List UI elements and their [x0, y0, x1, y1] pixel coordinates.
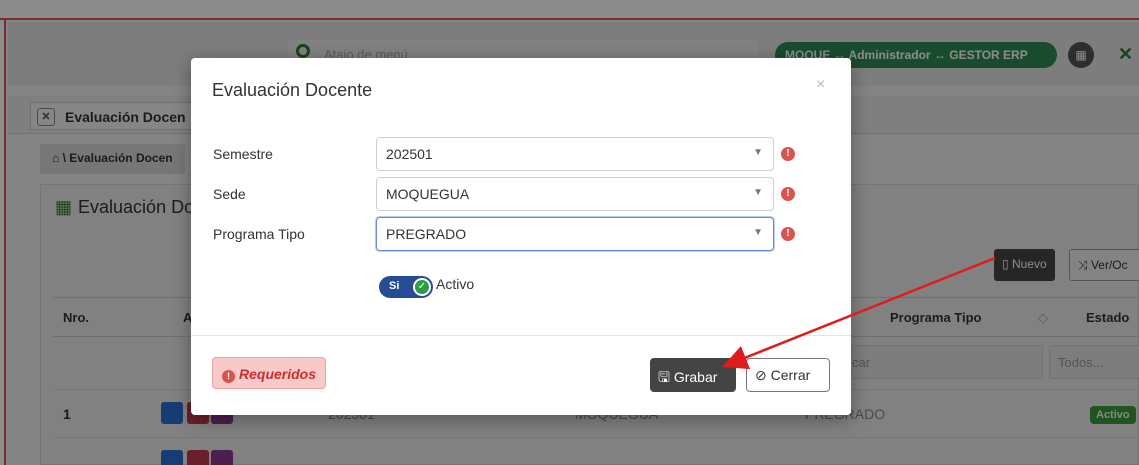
check-icon: ✓	[415, 280, 429, 294]
activo-label: Activo	[436, 276, 475, 292]
save-button-label: Grabar	[673, 369, 718, 385]
save-icon: 🖫	[658, 369, 670, 385]
evaluacion-docente-modal: Evaluación Docente × Semestre 202501 ▼ !…	[191, 58, 851, 415]
modal-title: Evaluación Docente	[212, 80, 373, 100]
chevron-down-icon: ▼	[753, 227, 763, 238]
semestre-value: 202501	[386, 146, 433, 162]
programa-tipo-value: PREGRADO	[386, 226, 467, 242]
sede-label: Sede	[213, 186, 246, 202]
programa-tipo-select[interactable]: PREGRADO ▼	[376, 217, 774, 251]
toggle-state-label: Si	[389, 280, 400, 292]
activo-toggle[interactable]: Si ✓	[379, 276, 433, 298]
modal-footer-divider	[191, 335, 851, 336]
required-legend: ! Requeridos	[212, 357, 327, 389]
close-icon[interactable]: ×	[816, 76, 825, 94]
required-icon: !	[781, 187, 795, 201]
close-button-label: Cerrar	[770, 367, 811, 383]
required-icon: !	[781, 147, 795, 161]
save-button[interactable]: 🖫 Grabar	[650, 358, 736, 392]
required-legend-text: Requeridos	[239, 366, 317, 382]
semestre-label: Semestre	[213, 146, 273, 162]
sede-select[interactable]: MOQUEGUA ▼	[376, 177, 774, 211]
warning-icon: !	[222, 370, 235, 383]
semestre-select[interactable]: 202501 ▼	[376, 137, 774, 171]
toggle-knob: ✓	[413, 278, 431, 296]
chevron-down-icon: ▼	[753, 147, 763, 158]
required-icon: !	[781, 227, 795, 241]
sede-value: MOQUEGUA	[386, 186, 470, 202]
cancel-icon: ⊘	[755, 367, 767, 383]
chevron-down-icon: ▼	[753, 187, 763, 198]
close-button[interactable]: ⊘ Cerrar	[746, 358, 830, 392]
programa-tipo-label: Programa Tipo	[213, 226, 305, 242]
